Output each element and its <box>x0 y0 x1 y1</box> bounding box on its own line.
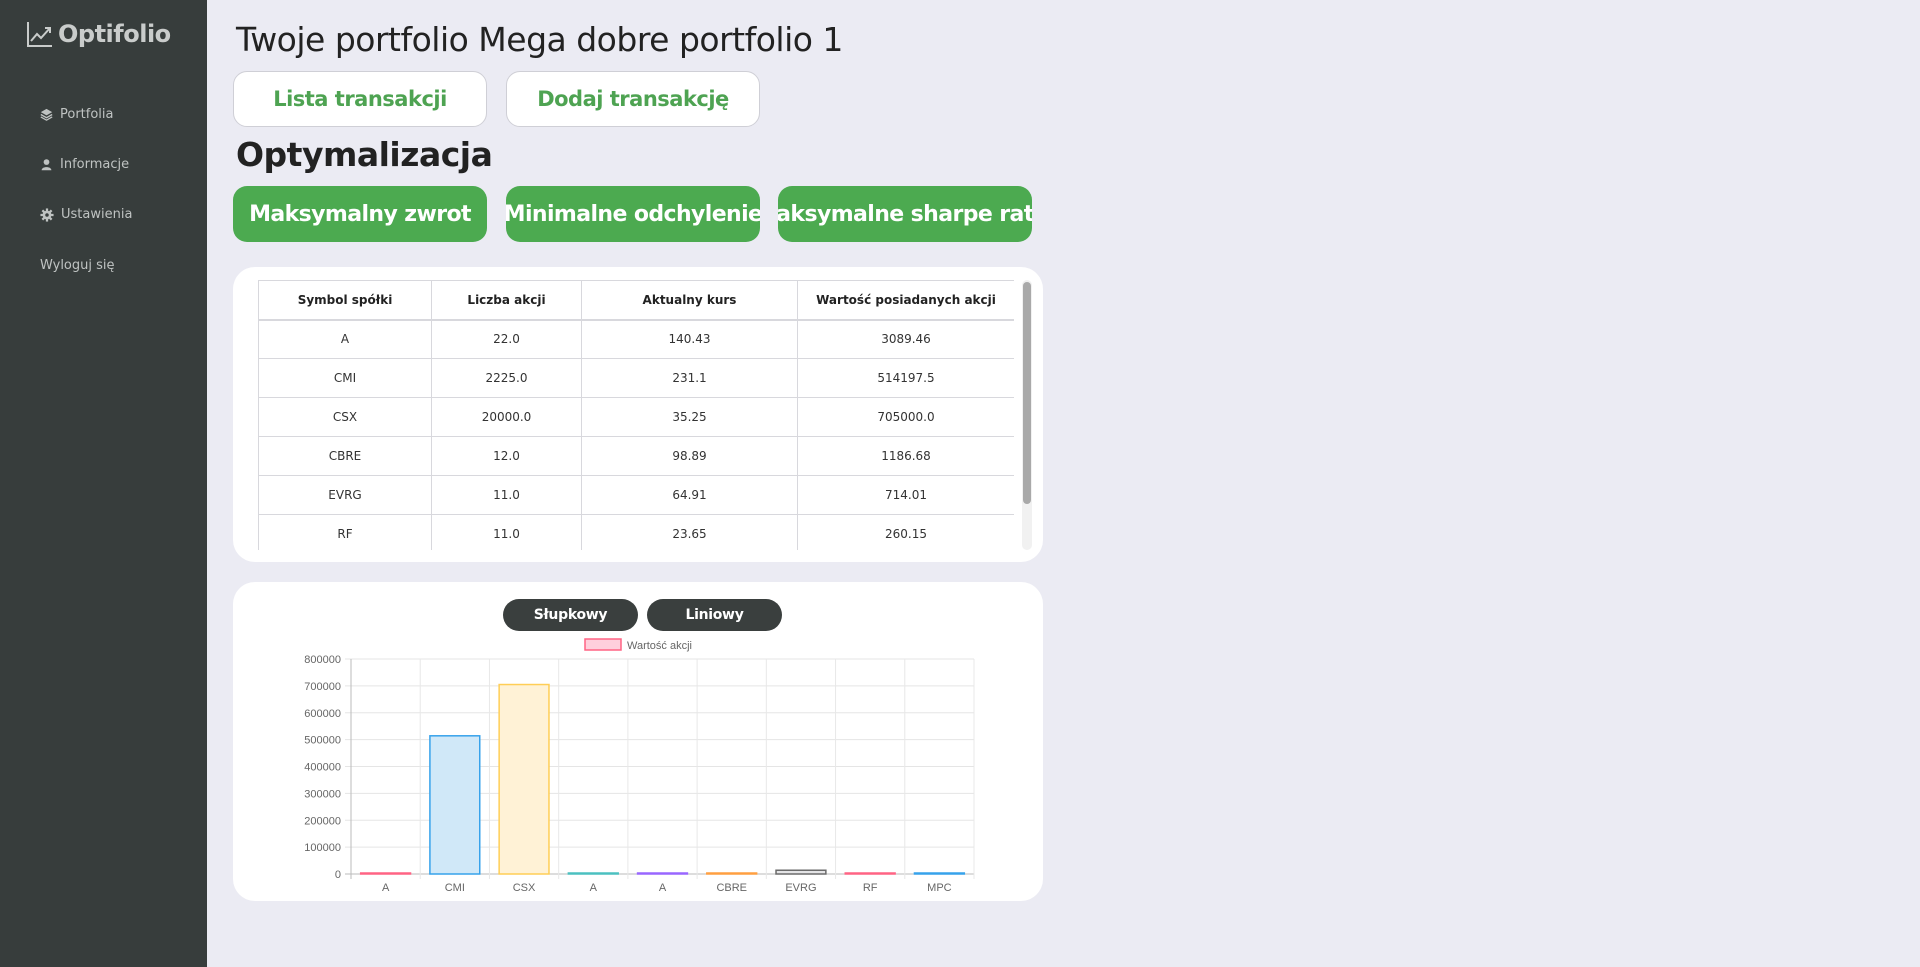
bar <box>706 872 758 875</box>
x-tick-label: A <box>382 882 390 894</box>
column-header-symbol: Symbol spółki <box>258 280 432 321</box>
optimization-title: Optymalizacja <box>236 135 493 174</box>
brand-logo[interactable]: Optifolio <box>26 20 171 48</box>
legend-swatch <box>584 638 622 651</box>
column-header-price: Aktualny kurs <box>581 280 798 321</box>
cell-value: 260.15 <box>797 514 1014 550</box>
y-tick-label: 100000 <box>304 842 341 854</box>
x-tick-label: RF <box>863 882 878 894</box>
column-header-value: Wartość posiadanych akcji <box>797 280 1014 321</box>
cell-shares: 20000.0 <box>431 397 582 437</box>
cell-shares: 2225.0 <box>431 358 582 398</box>
x-tick-label: CMI <box>445 882 465 894</box>
max-return-button[interactable]: Maksymalny zwrot <box>233 186 487 242</box>
y-tick-label: 300000 <box>304 788 341 800</box>
scrollbar-thumb[interactable] <box>1023 282 1031 504</box>
cell-symbol: CBRE <box>258 436 432 476</box>
bar <box>913 872 966 875</box>
add-transaction-button[interactable]: Dodaj transakcję <box>506 71 760 127</box>
table-row: RF 11.0 23.65 260.15 <box>258 514 1014 550</box>
holdings-table-container: Symbol spółki Liczba akcji Aktualny kurs… <box>258 280 1014 550</box>
x-tick-label: CBRE <box>716 882 747 894</box>
cell-price: 35.25 <box>581 397 798 437</box>
cell-symbol: EVRG <box>258 475 432 515</box>
legend-label: Wartość akcji <box>627 640 692 652</box>
y-tick-label: 0 <box>335 869 341 881</box>
sidebar-item-portfolia[interactable]: Portfolia <box>40 107 114 122</box>
y-tick-label: 800000 <box>304 654 341 666</box>
bar <box>844 872 896 875</box>
sidebar-item-label: Portfolia <box>60 107 114 122</box>
min-deviation-button[interactable]: Minimalne odchylenie <box>506 186 760 242</box>
y-tick-label: 400000 <box>304 762 341 774</box>
x-tick-label: A <box>590 882 598 894</box>
cell-price: 140.43 <box>581 319 798 359</box>
table-row: CMI 2225.0 231.1 514197.5 <box>258 358 1014 398</box>
table-scrollbar[interactable] <box>1022 280 1032 550</box>
cell-symbol: RF <box>258 514 432 550</box>
cell-value: 3089.46 <box>797 319 1014 359</box>
bar <box>567 872 619 875</box>
sidebar-item-label: Informacje <box>60 157 130 172</box>
x-tick-label: EVRG <box>785 882 816 894</box>
cell-value: 1186.68 <box>797 436 1014 476</box>
holdings-table: Symbol spółki Liczba akcji Aktualny kurs… <box>258 280 1014 550</box>
cell-shares: 11.0 <box>431 514 582 550</box>
trending-up-icon <box>27 22 52 47</box>
bar <box>775 869 827 875</box>
cell-price: 98.89 <box>581 436 798 476</box>
sidebar-item-ustawienia[interactable]: Ustawienia <box>40 207 132 222</box>
chart-card: Słupkowy Liniowy Wartość akcji 0 100000 200… <box>233 582 1043 901</box>
table-row: CBRE 12.0 98.89 1186.68 <box>258 436 1014 476</box>
y-tick-label: 500000 <box>304 735 341 747</box>
sidebar-item-informacje[interactable]: Informacje <box>40 157 129 172</box>
cell-price: 231.1 <box>581 358 798 398</box>
cell-price: 64.91 <box>581 475 798 515</box>
cell-shares: 12.0 <box>431 436 582 476</box>
y-tick-label: 200000 <box>304 815 341 827</box>
x-tick-label: A <box>659 882 667 894</box>
bar <box>359 872 412 875</box>
max-sharpe-button[interactable]: Maksymalne sharpe ratio <box>778 186 1032 242</box>
x-tick-label: CSX <box>513 882 536 894</box>
cell-value: 514197.5 <box>797 358 1014 398</box>
sidebar-item-label: Wyloguj się <box>40 258 115 273</box>
cell-symbol: A <box>258 319 432 359</box>
bar <box>498 683 550 875</box>
cell-value: 714.01 <box>797 475 1014 515</box>
transaction-list-button[interactable]: Lista transakcji <box>233 71 487 127</box>
column-header-shares: Liczba akcji <box>431 280 582 321</box>
cell-shares: 22.0 <box>431 319 582 359</box>
cell-symbol: CMI <box>258 358 432 398</box>
layers-icon <box>40 108 53 121</box>
cell-value: 705000.0 <box>797 397 1014 437</box>
table-row: EVRG 11.0 64.91 714.01 <box>258 475 1014 515</box>
gear-icon <box>40 207 54 222</box>
table-row: CSX 20000.0 35.25 705000.0 <box>258 397 1014 437</box>
sidebar-item-wyloguj[interactable]: Wyloguj się <box>40 258 115 273</box>
bar <box>429 735 481 875</box>
sidebar-item-label: Ustawienia <box>61 207 133 222</box>
y-tick-label: 600000 <box>304 708 341 720</box>
page-title: Twoje portfolio Mega dobre portfolio 1 <box>236 20 843 59</box>
sidebar: Optifolio Portfolia Informacje Ustawieni <box>0 0 207 967</box>
cell-shares: 11.0 <box>431 475 582 515</box>
y-tick-label: 700000 <box>304 681 341 693</box>
brand-name: Optifolio <box>58 20 171 48</box>
table-row: A 22.0 140.43 3089.46 <box>258 319 1014 359</box>
bar <box>636 872 689 875</box>
cell-symbol: CSX <box>258 397 432 437</box>
bar-chart: Wartość akcji 0 100000 200000 300000 400000 50… <box>304 638 975 894</box>
holdings-card: Symbol spółki Liczba akcji Aktualny kurs… <box>233 267 1043 562</box>
user-icon <box>41 159 52 171</box>
x-tick-label: MPC <box>927 882 952 894</box>
cell-price: 23.65 <box>581 514 798 550</box>
table-header-row: Symbol spółki Liczba akcji Aktualny kurs… <box>258 280 1014 321</box>
